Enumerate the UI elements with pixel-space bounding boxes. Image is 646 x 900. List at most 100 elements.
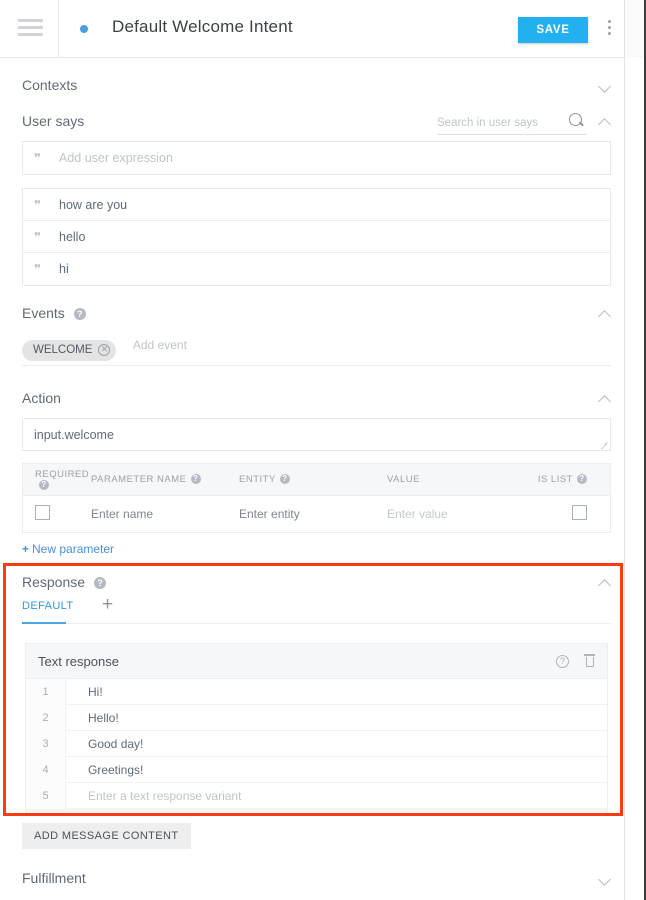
section-events: Events ? <box>22 305 611 321</box>
tab-active-indicator <box>22 622 66 624</box>
quote-icon: ❞ <box>34 229 42 244</box>
section-response: Response ? <box>22 574 611 590</box>
help-circle-icon[interactable]: ? <box>556 655 569 668</box>
quote-icon: ❞ <box>34 262 42 276</box>
right-margin <box>625 0 646 900</box>
line-number: 3 <box>26 730 66 757</box>
hamburger-icon[interactable] <box>18 19 43 37</box>
event-chip-label: WELCOME <box>33 344 93 356</box>
add-user-expression-box[interactable]: ❞ Add user expression <box>22 141 611 175</box>
chevron-up-icon[interactable] <box>599 577 611 589</box>
response-label: Response <box>22 574 86 590</box>
resize-handle-icon[interactable] <box>600 441 608 449</box>
column-parameter-name: PARAMETER NAME? <box>91 474 239 485</box>
line-number: 2 <box>26 704 66 731</box>
parameter-name-input[interactable]: Enter name <box>91 507 239 521</box>
column-entity: ENTITY? <box>239 474 387 485</box>
response-tabs: DEFAULT + <box>22 595 611 624</box>
expression-text: hello <box>59 229 86 244</box>
list-item[interactable]: ❞ hi <box>23 253 610 285</box>
entity-input[interactable]: Enter entity <box>239 507 387 521</box>
section-action: Action <box>22 390 611 406</box>
action-input[interactable]: input.welcome <box>22 418 611 451</box>
text-response-title: Text response <box>38 653 119 669</box>
help-icon[interactable]: ? <box>279 474 290 484</box>
intent-status-dot <box>80 25 88 33</box>
add-response-tab-icon[interactable]: + <box>102 595 113 614</box>
header-divider <box>58 0 59 58</box>
expression-text: hi <box>59 262 69 276</box>
chevron-down-icon[interactable] <box>599 873 611 885</box>
line-text[interactable]: Greetings! <box>66 763 143 777</box>
required-checkbox[interactable] <box>35 505 50 520</box>
section-contexts[interactable]: Contexts <box>22 77 611 93</box>
action-label: Action <box>22 390 61 406</box>
table-row: Enter name Enter entity Enter value <box>23 496 610 532</box>
parameter-table: REQUIRED? PARAMETER NAME? ENTITY? VALUE … <box>22 463 611 533</box>
column-required: REQUIRED? <box>35 468 90 490</box>
right-margin-top <box>625 0 646 58</box>
page-title: Default Welcome Intent <box>112 17 293 36</box>
expression-text: how are you <box>59 197 128 212</box>
response-scroll-area[interactable] <box>26 809 607 815</box>
tab-default[interactable]: DEFAULT <box>22 600 74 612</box>
help-icon[interactable]: ? <box>73 308 86 320</box>
chevron-up-icon[interactable] <box>599 393 611 405</box>
user-says-search[interactable] <box>437 113 587 135</box>
app-header: Default Welcome Intent SAVE <box>0 0 625 58</box>
response-line[interactable]: 4 Greetings! <box>26 756 607 783</box>
trash-icon[interactable] <box>584 654 595 667</box>
section-fulfillment[interactable]: Fulfillment <box>22 870 611 886</box>
list-item[interactable]: ❞ hello <box>23 221 610 253</box>
line-text[interactable]: Hi! <box>66 685 103 699</box>
value-input[interactable]: Enter value <box>387 507 537 521</box>
close-icon[interactable]: ✕ <box>98 344 111 356</box>
quote-icon: ❞ <box>34 197 42 212</box>
is-list-checkbox[interactable] <box>572 505 587 520</box>
contexts-label: Contexts <box>22 77 78 93</box>
vertical-dots-icon[interactable] <box>602 20 616 38</box>
chevron-down-icon[interactable] <box>599 80 611 92</box>
chevron-up-icon[interactable] <box>599 116 611 128</box>
help-icon[interactable]: ? <box>190 474 201 484</box>
action-value: input.welcome <box>34 428 114 442</box>
quote-icon: ❞ <box>34 151 42 165</box>
response-line[interactable]: 2 Hello! <box>26 704 607 731</box>
column-is-list: IS LIST? <box>537 474 609 485</box>
cell-is-list <box>537 505 609 523</box>
user-says-label: User says <box>22 113 85 129</box>
fulfillment-label: Fulfillment <box>22 870 86 886</box>
text-response-header: Text response ? <box>26 644 607 679</box>
add-event-placeholder[interactable]: Add event <box>133 338 187 352</box>
line-number: 4 <box>26 756 66 783</box>
help-icon[interactable]: ? <box>39 479 49 490</box>
events-label: Events <box>22 305 65 321</box>
new-parameter-button[interactable]: + New parameter <box>22 542 114 556</box>
cell-required <box>23 505 91 523</box>
line-text[interactable]: Hello! <box>66 711 119 725</box>
help-icon[interactable]: ? <box>577 474 587 484</box>
line-text-placeholder[interactable]: Enter a text response variant <box>66 789 241 803</box>
event-chip-welcome[interactable]: WELCOME ✕ <box>22 339 117 361</box>
line-text[interactable]: Good day! <box>66 737 143 751</box>
line-number: 1 <box>26 678 66 705</box>
chevron-up-icon[interactable] <box>599 308 611 320</box>
column-value: VALUE <box>387 474 420 485</box>
search-icon[interactable] <box>569 113 585 129</box>
save-button[interactable]: SAVE <box>518 17 588 43</box>
user-expression-list: ❞ how are you ❞ hello ❞ hi <box>22 188 611 286</box>
add-expression-placeholder: Add user expression <box>59 151 173 165</box>
add-message-content-button[interactable]: ADD MESSAGE CONTENT <box>22 823 191 849</box>
search-input[interactable] <box>437 117 557 129</box>
list-item[interactable]: ❞ how are you <box>23 189 610 221</box>
response-line[interactable]: 1 Hi! <box>26 678 607 705</box>
events-field[interactable]: WELCOME ✕ Add event <box>22 338 611 366</box>
help-icon[interactable]: ? <box>93 577 106 589</box>
response-line[interactable]: 5 Enter a text response variant <box>26 782 607 809</box>
plus-icon: + <box>22 542 30 556</box>
line-number: 5 <box>26 782 66 809</box>
table-header-row: REQUIRED? PARAMETER NAME? ENTITY? VALUE … <box>23 464 610 496</box>
new-parameter-label: New parameter <box>32 542 115 556</box>
add-expression-row[interactable]: ❞ Add user expression <box>23 142 610 174</box>
response-line[interactable]: 3 Good day! <box>26 730 607 757</box>
